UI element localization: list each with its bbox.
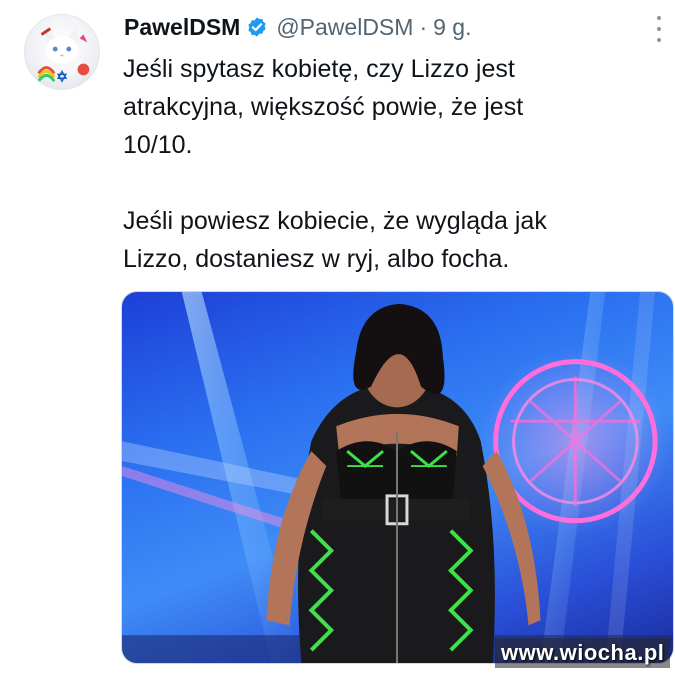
tweet: PawelDSM @PawelDSM · 9 g. Jeśli spytasz … [0, 0, 675, 677]
tweet-line: Jeśli spytasz kobietę, czy Lizzo jest [123, 55, 515, 83]
tweet-line: atrakcyjna, większość powie, że jest [123, 93, 524, 121]
tweet-photo[interactable] [121, 291, 674, 664]
tweet-timestamp[interactable]: 9 g. [433, 14, 471, 41]
tweet-text: Jeśli spytasz kobietę, czy Lizzo jest at… [123, 50, 663, 278]
avatar[interactable] [24, 14, 100, 90]
display-name[interactable]: PawelDSM [124, 14, 240, 41]
tweet-line: 10/10. [123, 131, 193, 159]
separator-dot: · [419, 13, 428, 40]
tweet-paragraph-2: Jeśli powiesz kobiecie, że wygląda jak L… [123, 202, 663, 278]
watermark: www.wiocha.pl [495, 638, 671, 668]
tweet-line: Lizzo, dostaniesz w ryj, albo focha. [123, 245, 510, 273]
tweet-line: Jeśli powiesz kobiecie, że wygląda jak [123, 207, 547, 235]
tweet-paragraph-1: Jeśli spytasz kobietę, czy Lizzo jest at… [123, 50, 663, 164]
more-options-icon[interactable] [652, 16, 666, 42]
cat-avatar-image [37, 26, 90, 83]
concert-photo-illustration [122, 292, 673, 663]
tweet-header: PawelDSM @PawelDSM · 9 g. [124, 12, 471, 42]
user-handle[interactable]: @PawelDSM [276, 14, 413, 41]
verified-badge-icon [246, 16, 268, 38]
